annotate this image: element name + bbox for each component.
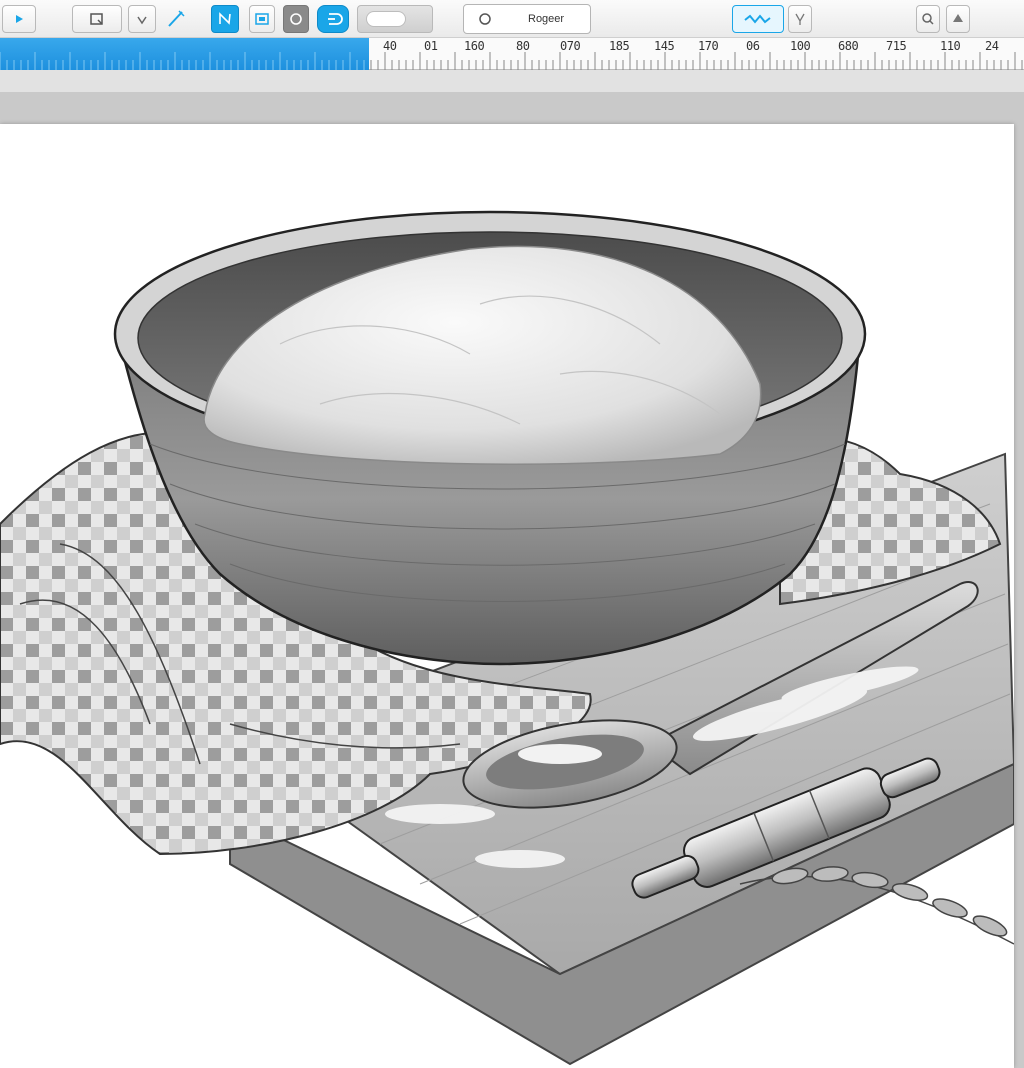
ruler-label: 01 — [424, 39, 438, 53]
wave-button[interactable] — [732, 5, 784, 33]
circle-button[interactable] — [283, 5, 309, 33]
pen-icon — [168, 10, 185, 27]
ruler-label: 160 — [464, 39, 485, 53]
ruler-ticks — [0, 52, 1023, 70]
loop-button[interactable] — [317, 5, 349, 33]
play-icon — [16, 15, 23, 23]
ruler-label: 170 — [698, 39, 719, 53]
ruler-label: 715 — [886, 39, 907, 53]
toggle-knob — [366, 11, 406, 27]
select-rect-icon — [90, 13, 103, 25]
toggle-switch[interactable] — [357, 5, 433, 33]
image-button[interactable] — [249, 5, 275, 33]
pen-tool[interactable] — [162, 5, 190, 33]
workspace — [0, 92, 1024, 1068]
loop-icon — [328, 13, 343, 25]
ruler-label: 40 — [383, 39, 397, 53]
fork-icon — [795, 13, 805, 25]
ruler-label: 110 — [940, 39, 961, 53]
curve-tool-icon — [219, 12, 231, 25]
ruler-label: 145 — [654, 39, 675, 53]
ruler-label: 06 — [746, 39, 760, 53]
ruler-label: 24 — [985, 39, 999, 53]
ruler-label: 100 — [790, 39, 811, 53]
up-arrow-button[interactable] — [946, 5, 970, 33]
top-toolbar: Rogeer — [0, 0, 1024, 38]
search-field[interactable]: Rogeer — [463, 4, 591, 34]
fork-button[interactable] — [788, 5, 812, 33]
curve-tool-button[interactable] — [211, 5, 239, 33]
search-icon — [479, 13, 491, 25]
ruler-label: 185 — [609, 39, 630, 53]
zoom-button[interactable] — [916, 5, 940, 33]
circle-icon — [290, 13, 302, 25]
zoom-icon — [922, 13, 934, 25]
ruler-label: 680 — [838, 39, 859, 53]
drawing-canvas[interactable] — [0, 124, 1014, 1068]
check-button[interactable] — [128, 5, 156, 33]
up-arrow-icon — [953, 14, 963, 22]
ruler-label: 80 — [516, 39, 530, 53]
check-icon — [137, 16, 147, 25]
canvas-header-strip — [0, 70, 1024, 92]
ruler-label: 070 — [560, 39, 581, 53]
sketch-illustration — [0, 210, 1014, 1066]
select-rect-button[interactable] — [72, 5, 122, 33]
timeline-ruler[interactable]: 40 01 160 80 070 185 145 170 06 100 680 715 110 24 — [0, 38, 1024, 70]
search-text: Rogeer — [528, 13, 565, 25]
wave-icon — [744, 14, 771, 24]
image-icon — [255, 13, 269, 25]
play-button[interactable] — [2, 5, 36, 33]
